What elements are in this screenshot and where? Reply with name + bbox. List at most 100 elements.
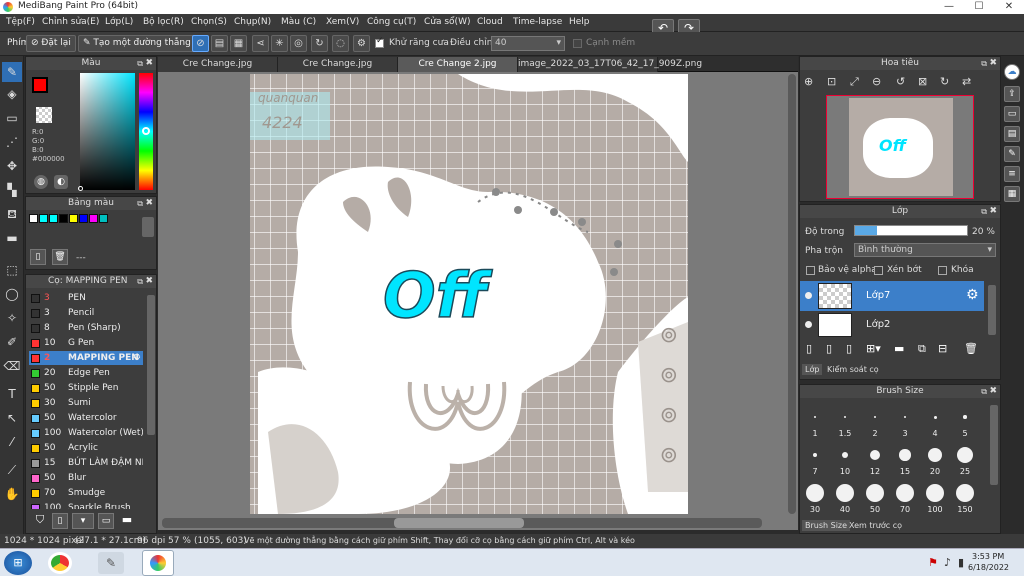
brush-size-dot[interactable]: [806, 484, 824, 502]
menu-file[interactable]: Tệp(F): [6, 17, 35, 27]
comment-icon[interactable]: ▭: [1004, 106, 1020, 122]
select-pen-icon[interactable]: ✐: [2, 332, 22, 352]
delete-palette-icon[interactable]: 🗑: [52, 249, 68, 265]
panel-close-icon[interactable]: ✖: [989, 205, 997, 218]
horizontal-scroll-thumb[interactable]: [394, 518, 524, 528]
brush-size-dot[interactable]: [933, 415, 937, 419]
brush-item[interactable]: 100 Sparkle Brush: [29, 501, 143, 509]
smooth-edge-checkbox[interactable]: [573, 39, 582, 48]
palette-swatch[interactable]: [39, 214, 48, 223]
layer-row[interactable]: Lớp7 ⚙: [800, 281, 984, 311]
snap-off-icon[interactable]: ⊘: [192, 35, 209, 52]
gradient-tool-icon[interactable]: ▬: [2, 228, 22, 248]
medibang-taskbar-button[interactable]: [142, 550, 174, 576]
straight-line-button[interactable]: ✎ Tạo một đường thẳng: [78, 35, 196, 52]
brush-item[interactable]: 50 Watercolor: [29, 411, 143, 425]
palette-swatch[interactable]: [49, 214, 58, 223]
delete-layer-icon[interactable]: 🗑: [964, 342, 978, 355]
brush-size-dot[interactable]: [896, 484, 914, 502]
new-layer-icon[interactable]: ▯: [806, 342, 812, 355]
duplicate-layer-icon[interactable]: ⧉: [918, 342, 926, 356]
color-picker-icon[interactable]: ◐: [54, 175, 68, 189]
merge-layer-icon[interactable]: ⊟: [938, 342, 947, 355]
tab-cre-change-1[interactable]: Cre Change.jpg: [158, 57, 278, 72]
magic-wand-icon[interactable]: ✧: [2, 308, 22, 328]
fit-screen-icon[interactable]: ⤢: [850, 75, 859, 89]
text-tool-icon[interactable]: T: [2, 384, 22, 404]
chat-icon[interactable]: ▤: [1004, 126, 1020, 142]
tab-brush-size[interactable]: Brush Size: [802, 520, 851, 531]
chrome-icon[interactable]: [48, 552, 72, 574]
divide-tool-icon[interactable]: ⟋: [2, 460, 22, 480]
menu-view[interactable]: Xem(V): [326, 17, 359, 27]
brush-item[interactable]: 20 Edge Pen: [29, 366, 143, 380]
brush-scrollbar[interactable]: [147, 295, 155, 435]
share-icon[interactable]: ⇪: [1004, 86, 1020, 102]
brush-size-dot[interactable]: [866, 484, 884, 502]
float-icon[interactable]: ⧉: [981, 205, 987, 218]
tab-brush-preview[interactable]: Xem trước cọ: [846, 520, 905, 531]
snap-parallel-icon[interactable]: ▤: [211, 35, 228, 52]
vertical-scrollbar[interactable]: [788, 74, 796, 514]
brush-item[interactable]: 70 Smudge: [29, 486, 143, 500]
brush-add-icon[interactable]: ⛉: [32, 513, 48, 529]
brush-item[interactable]: 50 Acrylic: [29, 441, 143, 455]
float-icon[interactable]: ⧉: [137, 275, 143, 288]
menu-edit[interactable]: Chỉnh sửa(E): [42, 17, 99, 27]
palette-swatch[interactable]: [79, 214, 88, 223]
canvas-area[interactable]: ⊚ ⊚ ⊚ ⊚ quanquan 4224 Off: [158, 72, 798, 530]
select-eraser-icon[interactable]: ⌫: [2, 356, 22, 376]
brush-menu-icon[interactable]: ▾: [72, 513, 94, 529]
bucket-tool-icon[interactable]: ⛾: [2, 204, 22, 224]
palette-swatch[interactable]: [89, 214, 98, 223]
new-palette-icon[interactable]: ▯: [30, 249, 46, 265]
picker-cursor[interactable]: [78, 186, 83, 191]
brush-item[interactable]: 3 Pencil: [29, 306, 143, 320]
start-icon[interactable]: ⊞: [4, 551, 32, 575]
brush-item[interactable]: 50 Blur: [29, 471, 143, 485]
maximize-icon[interactable]: ☐: [964, 0, 994, 14]
network-icon[interactable]: ▮: [958, 556, 964, 569]
secondary-color-swatch[interactable]: [36, 107, 52, 123]
float-icon[interactable]: ⧉: [137, 197, 143, 210]
brush-item[interactable]: 15 BÚT LÀM ĐẬM NÉT: [29, 456, 143, 470]
palette-swatch[interactable]: [29, 214, 38, 223]
dotted-pen-icon[interactable]: ⋰: [2, 132, 22, 152]
edit-icon[interactable]: ✎: [1004, 146, 1020, 162]
snap-settings-icon[interactable]: ⚙: [353, 35, 370, 52]
hand-tool-icon[interactable]: ✋: [2, 484, 22, 504]
brush-size-dot[interactable]: [844, 416, 846, 418]
brush-size-dot[interactable]: [928, 448, 942, 462]
brush-item[interactable]: 2 MAPPING PEN ⚙: [29, 351, 143, 365]
eraser-tool-icon[interactable]: ◈: [2, 84, 22, 104]
fill-tool-icon[interactable]: ▚: [2, 180, 22, 200]
float-icon[interactable]: ⧉: [981, 385, 987, 398]
select-rect-icon[interactable]: ⬚: [2, 260, 22, 280]
brush-size-dot[interactable]: [836, 484, 854, 502]
layer-folder-icon[interactable]: ▬: [894, 342, 904, 355]
brush-item[interactable]: 8 Pen (Sharp): [29, 321, 143, 335]
blend-select[interactable]: Bình thường ▾: [854, 243, 996, 257]
drawing-canvas[interactable]: ⊚ ⊚ ⊚ ⊚ quanquan 4224 Off: [158, 72, 798, 530]
zoom-in-icon[interactable]: ⊕: [804, 75, 813, 88]
menu-filter[interactable]: Bộ lọc(R): [143, 17, 184, 27]
flip-icon[interactable]: ⇄: [962, 75, 971, 88]
menu-select[interactable]: Chọn(S): [191, 17, 227, 27]
hue-slider-thumb[interactable]: [142, 127, 150, 135]
tray-icon[interactable]: ⚑: [928, 556, 938, 569]
snap-curve-icon[interactable]: ↻: [311, 35, 328, 52]
lasso-icon[interactable]: ◯: [2, 284, 22, 304]
menu-timelapse[interactable]: Time-lapse: [513, 17, 562, 27]
primary-color-swatch[interactable]: [32, 77, 48, 93]
menu-window[interactable]: Cửa sổ(W): [424, 17, 470, 27]
brush-size-dot[interactable]: [956, 484, 974, 502]
rectangle-tool-icon[interactable]: ▭: [2, 108, 22, 128]
gear-icon[interactable]: ⚙: [966, 287, 979, 303]
brush-size-dot[interactable]: [963, 415, 967, 419]
gear-icon[interactable]: ⚙: [133, 351, 141, 365]
reset-view-icon[interactable]: ⊠: [918, 75, 927, 88]
brush-size-scrollbar[interactable]: [990, 405, 998, 485]
navigator-preview[interactable]: Off: [826, 95, 974, 199]
eyedropper-icon[interactable]: ⁄: [2, 432, 22, 452]
paint-icon[interactable]: ✎: [98, 552, 124, 574]
